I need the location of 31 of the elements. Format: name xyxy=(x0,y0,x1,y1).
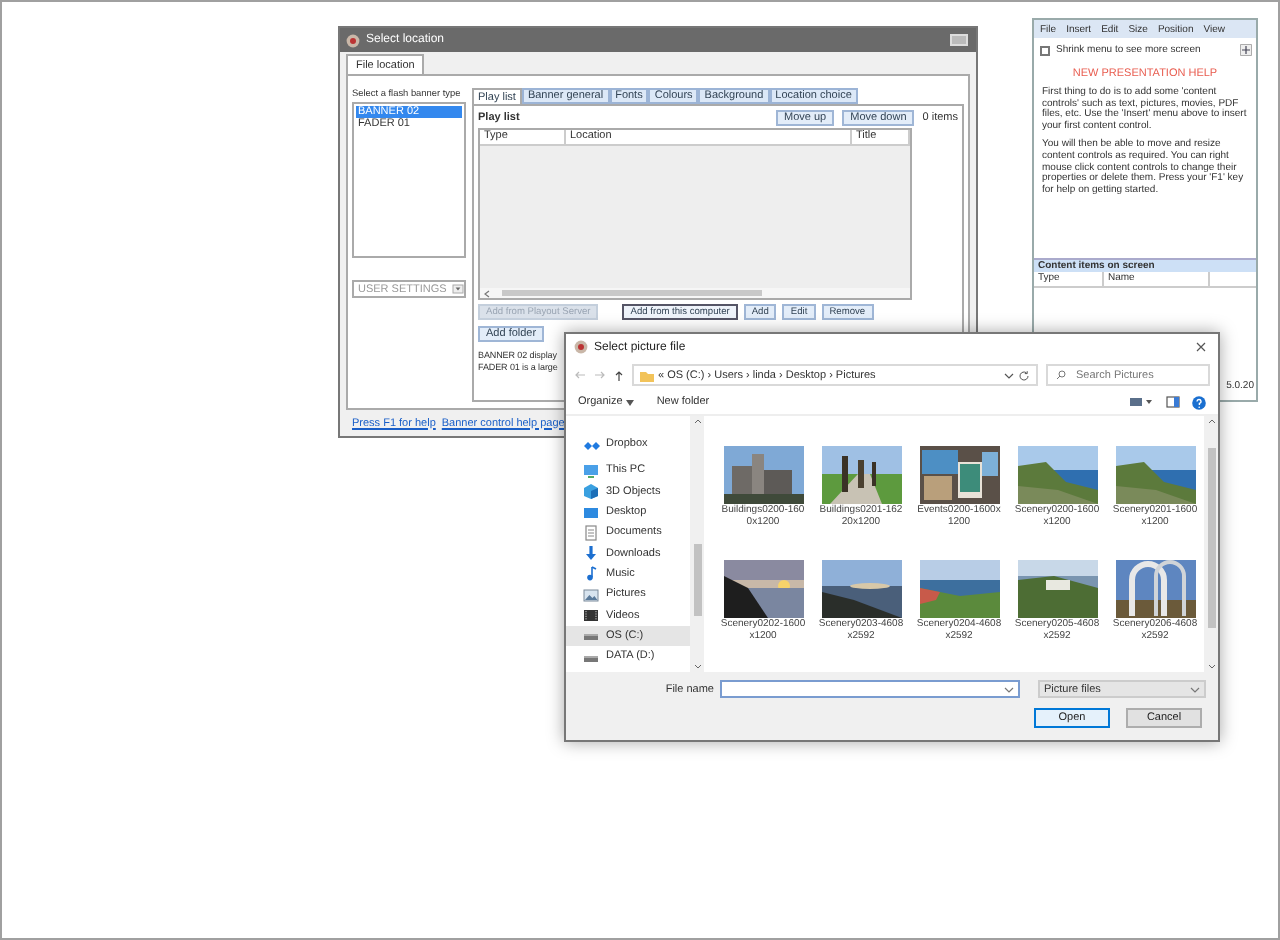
vertical-scrollbar[interactable] xyxy=(1204,416,1218,672)
dropdown-caret-icon xyxy=(1004,685,1014,693)
monitor-icon xyxy=(582,503,600,522)
preview-pane-icon[interactable] xyxy=(1166,396,1180,408)
vertical-scrollbar[interactable] xyxy=(690,416,704,672)
music-note-icon xyxy=(582,564,600,583)
checkbox[interactable] xyxy=(1040,45,1050,55)
move-icon[interactable] xyxy=(1240,44,1252,56)
horizontal-scrollbar[interactable] xyxy=(480,288,910,298)
document-icon xyxy=(582,523,600,542)
download-icon xyxy=(582,544,600,563)
dropdown-caret-icon xyxy=(1004,371,1014,379)
close-icon xyxy=(1196,342,1206,352)
image-icon xyxy=(582,585,600,604)
dropdown-caret-icon xyxy=(1190,685,1200,693)
app-icon xyxy=(346,33,360,47)
file-name-field[interactable] xyxy=(720,680,1020,698)
cube-icon xyxy=(582,482,600,501)
refresh-icon xyxy=(1018,369,1030,381)
app-icon xyxy=(574,340,588,354)
dropdown-caret-icon xyxy=(452,284,464,294)
help-icon[interactable] xyxy=(1192,395,1206,409)
caret-icon xyxy=(626,399,635,405)
film-icon xyxy=(582,606,600,625)
scroll-left-icon xyxy=(484,289,490,297)
view-options-icon[interactable] xyxy=(1130,396,1154,408)
computer-icon xyxy=(582,461,600,480)
close-button[interactable] xyxy=(1192,342,1210,352)
up-arrow-icon[interactable] xyxy=(614,369,624,381)
folder-icon xyxy=(640,369,654,381)
search-icon xyxy=(1056,370,1066,380)
